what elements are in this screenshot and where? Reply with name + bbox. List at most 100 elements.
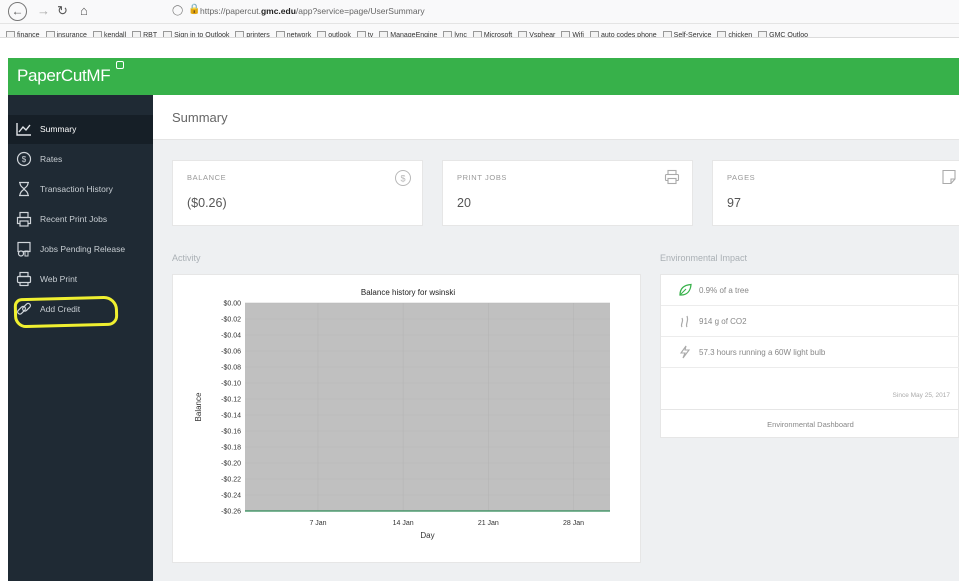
balance-history-chart: Balance history for wsinski $0.00 -$0.02 -… [194,288,610,540]
bookmark-item[interactable]: chicken [717,29,752,37]
chart-title: Balance history for wsinski [361,288,455,297]
sidebar-item-label: Recent Print Jobs [40,214,108,224]
bookmark-item[interactable]: ManageEngine [379,29,437,37]
web-print-icon [16,271,32,287]
bookmark-label: Self-Service [673,32,712,38]
env-bulb-text: 57.3 hours running a 60W light bulb [699,348,826,357]
svg-text:$: $ [22,155,27,164]
bookmark-label: Vsphear [529,32,556,38]
bookmark-label: Sign in to Outlook [174,32,230,38]
y-tick-label: $0.00 [223,301,241,308]
x-tick-label: 21 Jan [478,520,499,527]
bookmark-item[interactable]: RBT [132,29,158,38]
sidebar-item-label: Web Print [40,274,78,284]
activity-card: Balance history for wsinski $0.00 -$0.02 -… [172,274,641,563]
bookmark-item[interactable]: Sign in to Outlook [163,29,230,38]
dollar-circle-icon: $ [16,151,32,167]
sidebar-item-transaction-history[interactable]: Transaction History [8,175,153,204]
y-tick-label: -$0.24 [221,493,241,500]
shield-icon[interactable]: ◯ [172,5,183,16]
forward-arrow-icon[interactable]: → [37,3,50,19]
lock-icon[interactable]: 🔒 [188,4,200,15]
x-tick-label: 14 Jan [393,520,414,527]
sidebar-item-rates[interactable]: $ Rates [8,145,153,174]
env-co2-text: 914 g of CO2 [699,317,747,326]
environmental-impact-card: 0.9% of a tree 914 g of CO2 57.3 hours r… [660,274,959,438]
y-tick-label: -$0.14 [221,413,241,420]
y-tick-label: -$0.12 [221,397,241,404]
folder-icon [379,31,389,37]
printer-icon [664,169,680,190]
browser-toolbar: ← → ↻ ⌂ ◯ 🔒 https://papercut.gmc.edu/app… [0,0,959,24]
sidebar-item-label: Summary [40,124,77,134]
sidebar-item-label: Jobs Pending Release [40,244,126,254]
bookmark-label: printers [246,32,270,38]
bookmark-item[interactable]: tv [356,29,374,38]
bookmarks-bar: finance insurance kendall RBT Sign in to Out… [0,24,959,38]
bookmark-item[interactable]: insurance [45,29,87,37]
x-axis-ticks: 7 Jan 14 Jan 21 Jan 28 Jan [309,520,584,527]
bookmark-item[interactable]: lync [443,29,467,38]
bookmark-item[interactable]: kendall [92,29,127,38]
bookmark-item[interactable]: Self-Service [662,29,712,38]
bookmark-item[interactable]: outlook [317,29,351,38]
y-tick-label: -$0.18 [221,445,241,452]
home-icon[interactable]: ⌂ [80,3,88,19]
bookmark-label: lync [454,32,467,38]
folder-icon [758,31,768,37]
bookmark-label: RBT [143,32,158,38]
bookmark-item[interactable]: finance [6,29,40,38]
bookmark-label: Wifi [572,32,584,38]
print-jobs-card: PRINT JOBS 20 [442,160,693,226]
bookmark-label: tv [367,32,374,38]
y-tick-label: -$0.02 [221,317,241,324]
papercut-logo[interactable]: PaperCutMF [17,66,111,86]
bookmark-label: auto codes phone [600,32,657,38]
sidebar-item-label: Rates [40,154,63,164]
folder-icon [6,31,15,37]
y-tick-label: -$0.04 [221,333,241,340]
y-tick-label: -$0.26 [221,509,241,516]
environmental-dashboard-link[interactable]: Environmental Dashboard [661,409,959,439]
bookmark-item[interactable]: Vsphear [518,29,556,38]
sidebar-item-web-print[interactable]: Web Print [8,265,153,294]
sidebar-item-jobs-pending-release[interactable]: Jobs Pending Release [8,235,153,264]
bookmark-item[interactable]: GMC Outloo [758,29,809,38]
bookmark-label: outlook [328,32,351,38]
folder-icon [317,31,327,37]
folder-icon [45,31,55,37]
smoke-icon [678,314,692,328]
folder-icon [356,31,366,37]
sidebar-item-label: Transaction History [40,184,113,194]
folder-icon [472,31,482,37]
y-tick-label: -$0.06 [221,349,241,356]
folder-icon [443,31,453,37]
y-tick-label: -$0.10 [221,381,241,388]
bookmark-item[interactable]: network [275,29,311,37]
folder-icon [662,31,672,37]
back-arrow-icon[interactable]: ← [8,2,27,21]
pages-title: PAGES [727,173,756,182]
bookmark-item[interactable]: Wifi [561,29,584,38]
pages-value: 97 [727,196,741,210]
sidebar: Summary $ Rates Transaction History Rece… [8,95,153,581]
bookmark-label: finance [17,32,40,38]
plot-area [245,303,610,511]
folder-icon [717,31,727,37]
bookmark-item[interactable]: printers [235,29,270,38]
bookmark-item[interactable]: auto codes phone [589,29,657,38]
activity-label: Activity [172,253,201,263]
reload-icon[interactable]: ↻ [57,3,68,19]
page-icon [941,169,957,190]
highlight-annotation [13,295,119,329]
bookmark-label: kendall [103,32,127,38]
hourglass-icon [16,181,32,197]
bookmark-label: GMC Outloo [769,32,809,38]
env-tree-text: 0.9% of a tree [699,286,749,295]
url-bar[interactable]: https://papercut.gmc.edu/app?service=pag… [200,6,425,16]
y-tick-label: -$0.08 [221,365,241,372]
env-since-date: Since May 25, 2017 [892,392,950,399]
sidebar-item-recent-print-jobs[interactable]: Recent Print Jobs [8,205,153,234]
bookmark-item[interactable]: Microsoft [472,29,512,37]
sidebar-item-summary[interactable]: Summary [8,115,153,144]
